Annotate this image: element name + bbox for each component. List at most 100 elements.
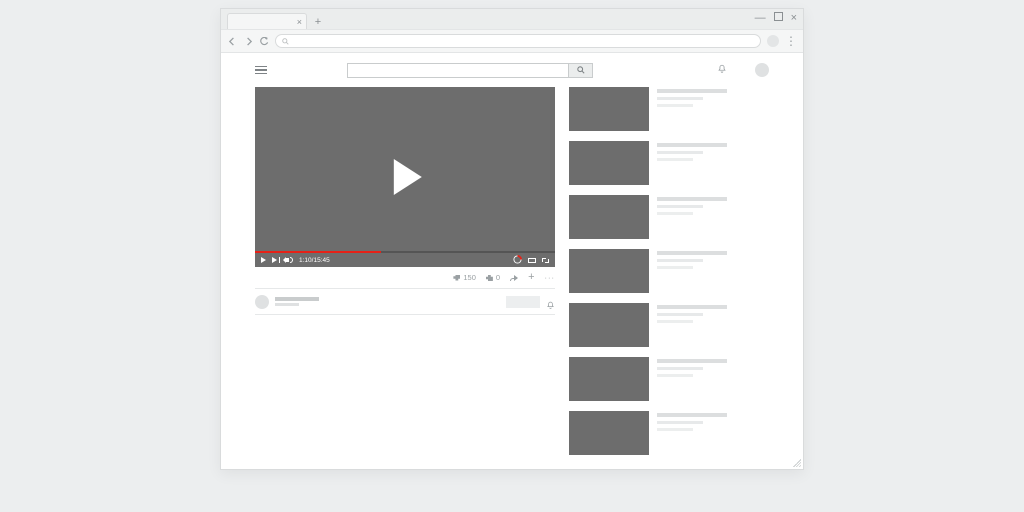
video-channel-placeholder: [657, 205, 703, 209]
search-input[interactable]: [347, 63, 569, 78]
like-count: 150: [463, 273, 476, 282]
video-title-placeholder: [657, 89, 727, 93]
recommendation-item[interactable]: [569, 303, 769, 347]
add-to-playlist-button[interactable]: +: [528, 272, 534, 283]
video-title-placeholder: [657, 143, 727, 147]
dislike-button[interactable]: 0: [486, 273, 500, 282]
site-header: [255, 53, 769, 87]
video-meta: [657, 141, 727, 185]
video-meta: [657, 411, 727, 455]
video-views-placeholder: [657, 104, 693, 107]
notifications-button[interactable]: [717, 61, 727, 79]
site-search: [347, 63, 593, 78]
channel-text: [275, 297, 319, 306]
fullscreen-button[interactable]: [542, 258, 549, 263]
video-thumbnail[interactable]: [569, 87, 649, 131]
next-button[interactable]: [272, 257, 277, 263]
browser-window: × + — × ⋮: [220, 8, 804, 470]
video-views-placeholder: [657, 320, 693, 323]
bell-icon: [717, 64, 727, 74]
recommendation-item[interactable]: [569, 141, 769, 185]
plus-icon: +: [315, 16, 321, 28]
forward-button[interactable]: [243, 36, 253, 46]
more-actions-button[interactable]: ···: [545, 273, 556, 282]
user-avatar[interactable]: [755, 63, 769, 77]
video-thumbnail[interactable]: [569, 195, 649, 239]
video-actions: 150 0 + ···: [255, 267, 555, 289]
main-content: 1:10/15:45 150: [255, 87, 769, 455]
video-meta: [657, 195, 727, 239]
resize-grip[interactable]: [791, 457, 801, 467]
recommendations-list: [569, 87, 769, 455]
minimize-icon[interactable]: —: [755, 12, 766, 24]
hamburger-menu-button[interactable]: [255, 66, 267, 75]
new-tab-button[interactable]: +: [311, 15, 325, 29]
window-controls: — ×: [755, 12, 797, 24]
close-tab-icon[interactable]: ×: [297, 17, 302, 27]
player-controls: 1:10/15:45: [255, 253, 555, 267]
video-thumbnail[interactable]: [569, 303, 649, 347]
address-bar: ⋮: [221, 29, 803, 53]
reload-button[interactable]: [259, 36, 269, 46]
video-player[interactable]: 1:10/15:45: [255, 87, 555, 267]
bell-icon: [546, 301, 555, 310]
recommendation-item[interactable]: [569, 87, 769, 131]
tab-strip: × + — ×: [221, 9, 803, 29]
video-title-placeholder: [657, 305, 727, 309]
browser-menu-button[interactable]: ⋮: [785, 35, 797, 47]
video-views-placeholder: [657, 158, 693, 161]
video-thumbnail[interactable]: [569, 357, 649, 401]
like-button[interactable]: 150: [453, 273, 476, 282]
video-channel-placeholder: [657, 367, 703, 371]
profile-chip[interactable]: [767, 35, 779, 47]
browser-tab[interactable]: ×: [227, 13, 307, 29]
recommendation-item[interactable]: [569, 357, 769, 401]
time-display: 1:10/15:45: [299, 257, 330, 264]
video-views-placeholder: [657, 428, 693, 431]
video-thumbnail[interactable]: [569, 141, 649, 185]
video-views-placeholder: [657, 266, 693, 269]
dislike-count: 0: [496, 273, 500, 282]
volume-button[interactable]: [283, 257, 293, 263]
video-thumbnail[interactable]: [569, 249, 649, 293]
channel-name-placeholder: [275, 297, 319, 301]
close-window-icon[interactable]: ×: [791, 12, 797, 24]
video-channel-placeholder: [657, 97, 703, 101]
channel-avatar[interactable]: [255, 295, 269, 309]
recommendation-item[interactable]: [569, 249, 769, 293]
video-title-placeholder: [657, 197, 727, 201]
video-channel-placeholder: [657, 421, 703, 425]
video-channel-placeholder: [657, 151, 703, 155]
channel-notifications-button[interactable]: [546, 297, 555, 306]
video-meta: [657, 303, 727, 347]
hamburger-icon: [255, 66, 267, 68]
video-meta: [657, 87, 727, 131]
play-button[interactable]: [261, 257, 266, 263]
maximize-icon[interactable]: [774, 12, 783, 21]
play-icon[interactable]: [394, 159, 422, 195]
share-button[interactable]: [510, 275, 518, 281]
recommendation-item[interactable]: [569, 411, 769, 455]
autoplay-toggle[interactable]: [513, 255, 522, 266]
channel-meta-placeholder: [275, 303, 299, 306]
video-views-placeholder: [657, 374, 693, 377]
search-icon: [577, 66, 585, 74]
search-icon: [282, 38, 289, 45]
theater-mode-button[interactable]: [528, 258, 536, 263]
video-channel-placeholder: [657, 313, 703, 317]
subscribe-button[interactable]: [506, 296, 540, 308]
search-button[interactable]: [569, 63, 593, 78]
video-thumbnail[interactable]: [569, 411, 649, 455]
arrow-left-icon: [228, 37, 237, 46]
autoplay-icon: [513, 255, 522, 264]
recommendation-item[interactable]: [569, 195, 769, 239]
page-content: 1:10/15:45 150: [221, 53, 803, 455]
back-button[interactable]: [227, 36, 237, 46]
video-title-placeholder: [657, 413, 727, 417]
thumb-up-icon: [453, 275, 460, 281]
video-channel-placeholder: [657, 259, 703, 263]
video-meta: [657, 249, 727, 293]
video-meta: [657, 357, 727, 401]
url-input[interactable]: [275, 34, 761, 48]
video-views-placeholder: [657, 212, 693, 215]
